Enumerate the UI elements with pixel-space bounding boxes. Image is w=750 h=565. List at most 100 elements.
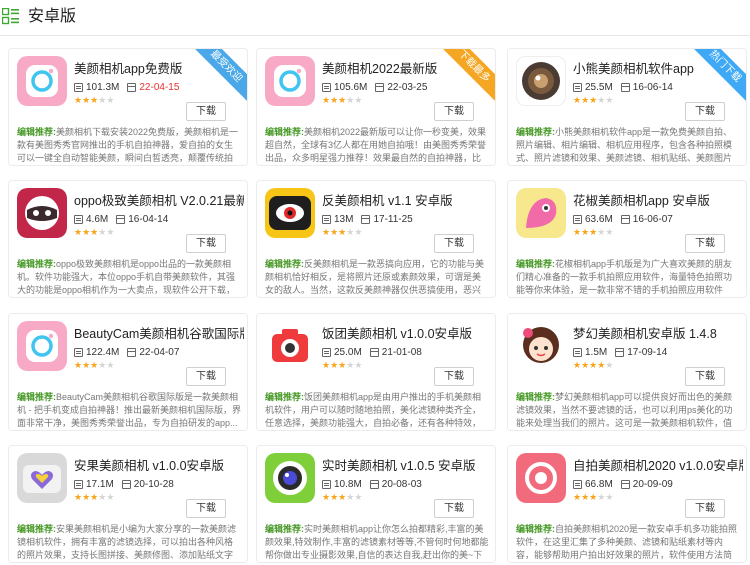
recommend-label: 编辑推荐: [265, 259, 304, 269]
file-size-icon [322, 215, 331, 224]
star-icon: ★ [82, 360, 91, 370]
app-name[interactable]: BeautyCam美颜相机谷歌国际版 [74, 326, 244, 342]
app-card[interactable]: 美颜相机2022最新版 105.6M 22-03-25 ★★★★★ 下载编辑推荐:美颜相… [256, 48, 496, 166]
star-rating: ★★★★★ [573, 95, 613, 105]
app-name[interactable]: 小熊美颜相机软件app [573, 61, 694, 77]
file-size-icon [322, 348, 331, 357]
app-name[interactable]: oppo极致美颜相机 V2.0.21最新版 [74, 193, 244, 209]
download-button[interactable]: 下载 [434, 367, 474, 386]
app-size: 10.8M [334, 479, 362, 490]
star-rating: ★★★★★ [573, 492, 613, 502]
app-size: 13M [334, 214, 354, 225]
app-meta: 66.8M 20-09-09 [573, 479, 673, 490]
star-icon: ★ [322, 227, 331, 237]
file-size-icon [74, 83, 83, 92]
file-size-icon [573, 215, 582, 224]
app-size: 105.6M [334, 82, 368, 93]
girl-icon[interactable] [516, 321, 566, 371]
app-date: 20-08-03 [381, 479, 422, 490]
badge-ribbon: 热门下载 [687, 49, 746, 104]
star-icon: ★ [74, 95, 83, 105]
app-name[interactable]: 实时美颜相机 v1.0.5 安卓版 [322, 458, 476, 474]
download-button[interactable]: 下载 [685, 499, 725, 518]
star-icon: ★ [605, 227, 614, 237]
app-date: 20-10-28 [133, 479, 174, 490]
download-button[interactable]: 下载 [186, 102, 226, 121]
app-size: 1.5M [585, 347, 608, 358]
star-icon: ★ [322, 360, 331, 370]
star-rating: ★★★★★ [322, 360, 362, 370]
app-name[interactable]: 美颜相机app免费版 [74, 61, 182, 77]
app-card[interactable]: 饭团美颜相机 v1.0.0安卓版 25.0M 21-01-08 ★★★★★ 下载 编辑推荐… [256, 313, 496, 431]
calendar-icon [369, 480, 379, 489]
red-camera-icon[interactable] [265, 321, 315, 371]
app-card[interactable]: 梦幻美颜相机安卓版 1.4.8 1.5M 17-09-14 ★★★★★ 下载 编辑推荐:梦… [507, 313, 747, 431]
app-card[interactable]: 花椒美颜相机app 安卓版 63.6M 16-06-07 ★★★★★ 下载 编辑推荐:花椒… [507, 180, 747, 298]
star-rating: ★★★★★ [322, 227, 362, 237]
calendar-icon [361, 215, 371, 224]
app-meta: 105.6M 22-03-25 [322, 82, 427, 93]
app-size: 63.6M [585, 214, 613, 225]
download-button[interactable]: 下载 [685, 102, 725, 121]
app-meta: 10.8M 20-08-03 [322, 479, 422, 490]
star-icon: ★ [573, 227, 582, 237]
star-icon: ★ [106, 95, 115, 105]
download-button[interactable]: 下载 [186, 367, 226, 386]
download-button[interactable]: 下载 [434, 234, 474, 253]
app-card[interactable]: BeautyCam美颜相机谷歌国际版 122.4M 22-04-07 ★★★★★ 下载编… [8, 313, 248, 431]
grid-list-icon [2, 8, 19, 25]
pink-shutter-icon[interactable] [516, 453, 566, 503]
recommend-label: 编辑推荐: [17, 259, 56, 269]
app-meta: 4.6M 16-04-14 [74, 214, 168, 225]
star-rating: ★★★★★ [322, 95, 362, 105]
app-size: 17.1M [86, 479, 114, 490]
star-icon: ★ [330, 95, 339, 105]
heart-camera-icon[interactable] [17, 453, 67, 503]
bear-lens-icon[interactable] [516, 56, 566, 106]
app-card[interactable]: 反美颜相机 v1.1 安卓版 13M 17-11-25 ★★★★★ 下载 编辑推荐:反美颜… [256, 180, 496, 298]
app-card[interactable]: 实时美颜相机 v1.0.5 安卓版 10.8M 20-08-03 ★★★★★ 下载 编辑推… [256, 445, 496, 563]
app-size: 66.8M [585, 479, 613, 490]
app-card[interactable]: 自拍美颜相机2020 v1.0.0安卓版 66.8M 20-09-09 ★★★★★ 下载… [507, 445, 747, 563]
app-name[interactable]: 花椒美颜相机app 安卓版 [573, 193, 710, 209]
beautycam-icon[interactable] [265, 56, 315, 106]
calendar-icon [121, 480, 131, 489]
download-button[interactable]: 下载 [685, 367, 725, 386]
download-button[interactable]: 下载 [685, 234, 725, 253]
app-name[interactable]: 反美颜相机 v1.1 安卓版 [322, 193, 453, 209]
file-size-icon [573, 83, 582, 92]
app-date: 22-04-15 [139, 82, 180, 93]
app-name[interactable]: 自拍美颜相机2020 v1.0.0安卓版 [573, 458, 743, 474]
app-date: 16-06-07 [632, 214, 673, 225]
file-size-icon [322, 480, 331, 489]
app-description: 编辑推荐:饭团美颜相机app是由用户推出的手机美颜相机软件，用户可以随时随地拍照… [265, 391, 489, 429]
green-lens-icon[interactable] [265, 453, 315, 503]
beautycam-icon[interactable] [17, 321, 67, 371]
file-size-icon [573, 348, 582, 357]
app-description: 编辑推荐:美颜相机2022最新版可以让你一秒变美，效果超自然，全球有3亿人都在用… [265, 126, 489, 164]
download-button[interactable]: 下载 [186, 499, 226, 518]
app-name[interactable]: 饭团美颜相机 v1.0.0安卓版 [322, 326, 472, 342]
app-date: 17-11-25 [373, 214, 413, 225]
app-card[interactable]: 美颜相机app免费版 101.3M 22-04-15 ★★★★★ 下载 编辑推荐:美颜相机… [8, 48, 248, 166]
badge-ribbon: 最受欢迎 [188, 49, 247, 104]
app-name[interactable]: 美颜相机2022最新版 [322, 61, 437, 77]
star-icon: ★ [330, 492, 339, 502]
ninja-icon[interactable] [17, 188, 67, 238]
eye-icon[interactable] [265, 188, 315, 238]
app-name[interactable]: 梦幻美颜相机安卓版 1.4.8 [573, 326, 717, 342]
beautycam-icon[interactable] [17, 56, 67, 106]
app-meta: 17.1M 20-10-28 [74, 479, 174, 490]
app-name[interactable]: 安果美颜相机 v1.0.0安卓版 [74, 458, 224, 474]
star-icon: ★ [605, 360, 614, 370]
star-rating: ★★★★★ [322, 492, 362, 502]
star-icon: ★ [82, 492, 91, 502]
pepper-icon[interactable] [516, 188, 566, 238]
app-card[interactable]: 小熊美颜相机软件app 25.5M 16-06-14 ★★★★★ 下载 编辑推荐:小熊美颜… [507, 48, 747, 166]
calendar-icon [375, 83, 385, 92]
app-card[interactable]: oppo极致美颜相机 V2.0.21最新版 4.6M 16-04-14 ★★★★★ 下载… [8, 180, 248, 298]
download-button[interactable]: 下载 [186, 234, 226, 253]
download-button[interactable]: 下载 [434, 499, 474, 518]
app-card[interactable]: 安果美颜相机 v1.0.0安卓版 17.1M 20-10-28 ★★★★★ 下载 编辑推荐… [8, 445, 248, 563]
download-button[interactable]: 下载 [434, 102, 474, 121]
